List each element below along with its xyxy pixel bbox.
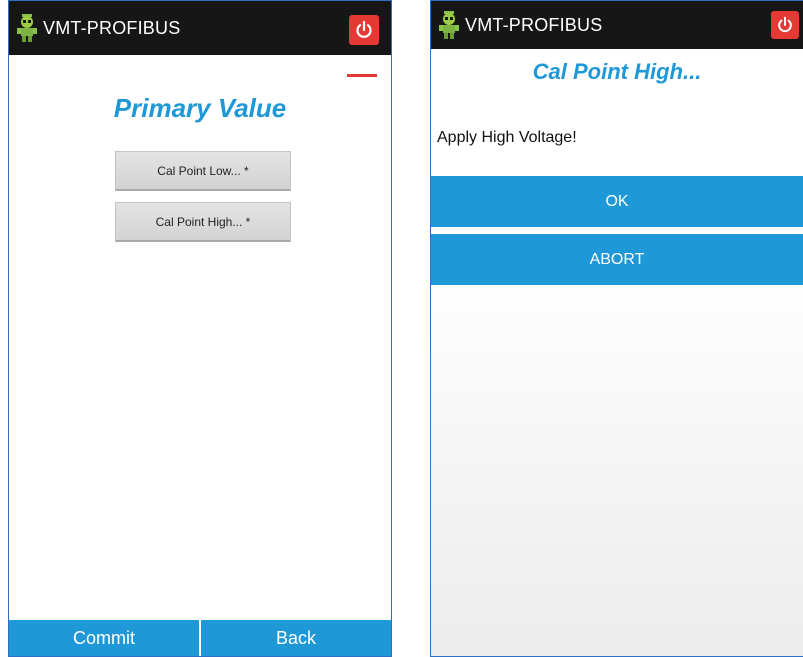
- robot-logo-icon: [439, 11, 459, 39]
- robot-logo-icon: [17, 14, 37, 42]
- overflow-menu-indicator[interactable]: [347, 74, 377, 77]
- instruction-message: Apply High Voltage!: [437, 129, 577, 146]
- power-icon: [778, 16, 792, 33]
- page-title: Cal Point High...: [532, 59, 702, 84]
- cal-point-high-screen: VMT-PROFIBUS Cal Point High... Apply Hig…: [430, 0, 803, 657]
- app-title: VMT-PROFIBUS: [465, 14, 603, 35]
- abort-button[interactable]: ABORT: [431, 234, 803, 285]
- commit-button[interactable]: Commit: [9, 620, 199, 656]
- title-bar: VMT-PROFIBUS: [9, 1, 391, 55]
- back-button[interactable]: Back: [199, 620, 391, 656]
- app-title: VMT-PROFIBUS: [43, 17, 181, 38]
- page-title: Primary Value: [113, 93, 287, 123]
- ok-button[interactable]: OK: [431, 176, 803, 227]
- power-button[interactable]: [771, 11, 799, 39]
- title-bar: VMT-PROFIBUS: [431, 1, 803, 49]
- cal-point-low-button[interactable]: Cal Point Low... *: [115, 151, 291, 191]
- power-icon: [356, 20, 372, 38]
- footer-bar: Commit Back: [9, 620, 391, 656]
- primary-value-screen: VMT-PROFIBUS Primary Value Cal Point Low…: [8, 0, 392, 657]
- cal-point-high-button[interactable]: Cal Point High... *: [115, 202, 291, 242]
- power-button[interactable]: [349, 15, 379, 45]
